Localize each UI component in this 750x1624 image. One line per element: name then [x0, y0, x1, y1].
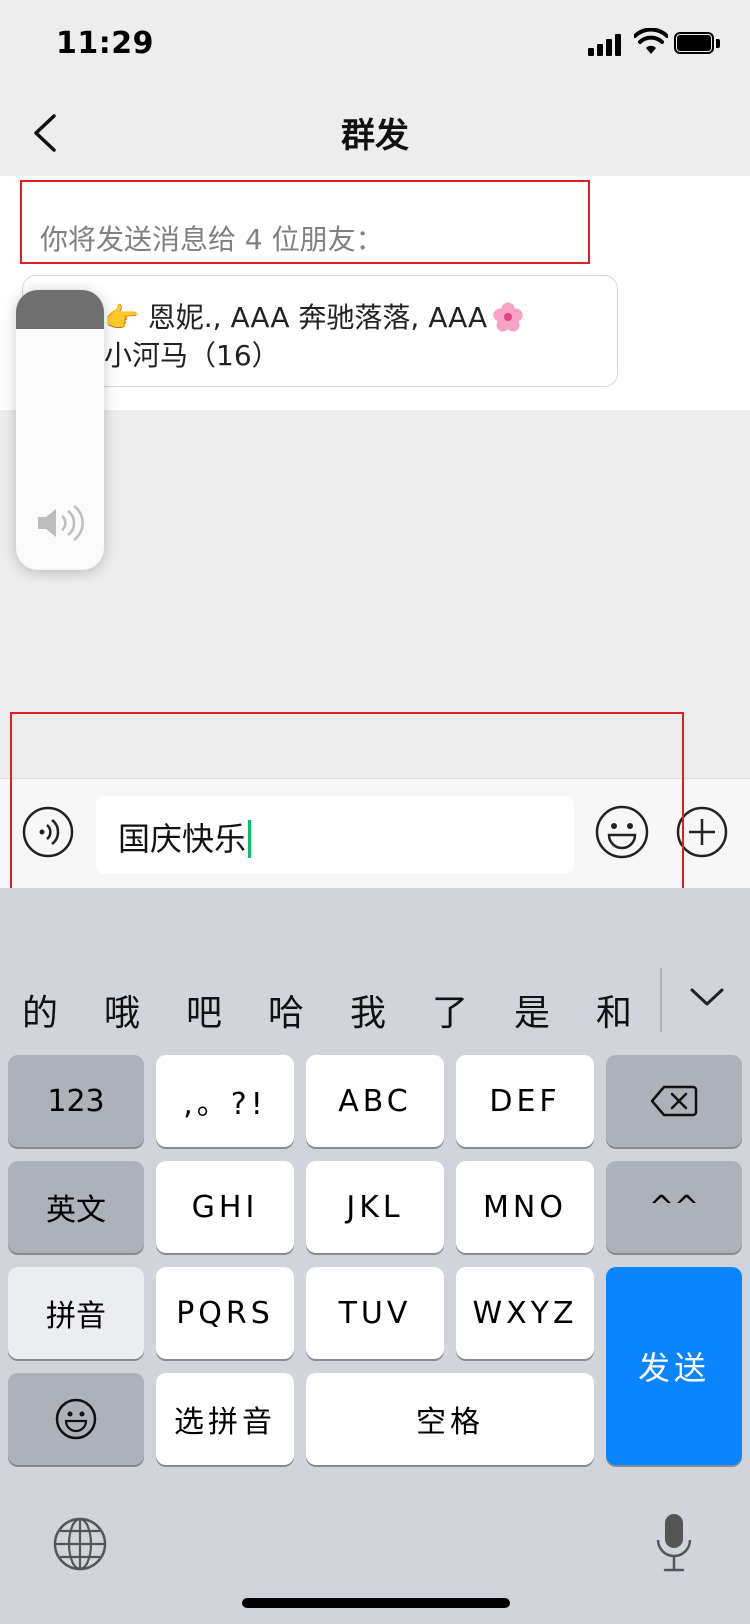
key-def[interactable]: DEF [456, 1055, 594, 1147]
candidate-1[interactable]: 的 [0, 984, 80, 1036]
recipient-names-line-2: 小河马（16） [104, 339, 280, 372]
candidate-bar: 的 哦 吧 哈 我 了 是 和 [0, 952, 750, 1060]
key-kaomoji[interactable]: ^^ [606, 1161, 742, 1253]
candidate-4[interactable]: 哈 [246, 984, 326, 1036]
key-tuv[interactable]: TUV [306, 1267, 444, 1359]
battery-icon [674, 32, 722, 56]
key-mno[interactable]: MNO [456, 1161, 594, 1253]
key-pinyin[interactable]: 拼音 [8, 1267, 144, 1359]
status-bar: 11:29 [0, 0, 750, 92]
page-title: 群发 [341, 116, 409, 156]
send-button[interactable]: 发送 [606, 1267, 742, 1465]
emoji-key[interactable] [8, 1373, 144, 1465]
key-abc[interactable]: ABC [306, 1055, 444, 1147]
candidate-divider [660, 968, 662, 1032]
backspace-key[interactable] [606, 1055, 742, 1147]
chevron-down-icon[interactable] [688, 984, 726, 1010]
signal-icon [588, 34, 628, 56]
emoji-key-icon [55, 1398, 97, 1440]
key-jkl[interactable]: JKL [306, 1161, 444, 1253]
volume-indicator [16, 290, 104, 570]
globe-icon[interactable] [52, 1516, 108, 1572]
space-key[interactable]: 空格 [306, 1373, 594, 1465]
wifi-icon [634, 28, 668, 54]
key-wxyz[interactable]: WXYZ [456, 1267, 594, 1359]
candidate-7[interactable]: 是 [492, 984, 572, 1036]
flower-icon [493, 302, 523, 332]
candidate-3[interactable]: 吧 [164, 984, 244, 1036]
candidate-2[interactable]: 哦 [82, 984, 162, 1036]
key-select-pinyin[interactable]: 选拼音 [156, 1373, 294, 1465]
key-english[interactable]: 英文 [8, 1161, 144, 1253]
candidate-5[interactable]: 我 [328, 984, 408, 1036]
candidate-8[interactable]: 和 [574, 984, 654, 1036]
volume-level-fill [16, 290, 104, 330]
speaker-icon [38, 504, 84, 542]
status-time: 11:29 [56, 26, 154, 61]
recipient-names-line-1: 👉 恩妮., AAA 奔驰落落, AAA [104, 296, 523, 336]
key-ghi[interactable]: GHI [156, 1161, 294, 1253]
key-pqrs[interactable]: PQRS [156, 1267, 294, 1359]
highlight-box-recipients [20, 180, 590, 264]
home-indicator[interactable] [242, 1598, 510, 1608]
key-123[interactable]: 123 [8, 1055, 144, 1147]
microphone-icon[interactable] [654, 1512, 694, 1574]
key-punctuation[interactable]: ,。?! [156, 1055, 294, 1147]
backspace-icon [650, 1085, 698, 1117]
candidate-6[interactable]: 了 [410, 984, 490, 1036]
